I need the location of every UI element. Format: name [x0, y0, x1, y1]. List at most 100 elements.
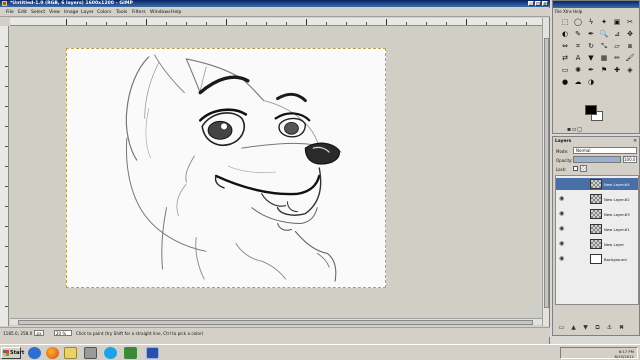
vertical-ruler[interactable]: [0, 26, 9, 326]
title-bar[interactable]: *Untitled-1.0 (RGB, 6 layers) 1600x1200 …: [0, 0, 550, 7]
layer-row[interactable]: ◉ Background: [556, 253, 638, 265]
menu-image[interactable]: Image: [64, 10, 78, 15]
layer-row[interactable]: ◉ New Layer#1: [556, 223, 638, 235]
perspective-tool-icon[interactable]: ⧈: [624, 41, 636, 52]
foreground-color-swatch[interactable]: [585, 105, 597, 115]
mode-label: Mode:: [556, 149, 569, 154]
shear-tool-icon[interactable]: ▱: [611, 41, 623, 52]
perspective-clone-tool-icon[interactable]: ◈: [624, 65, 636, 76]
rotate-tool-icon[interactable]: ↻: [585, 41, 597, 52]
brush-pattern-gradient-icons[interactable]: ▪▫◻: [567, 126, 583, 133]
dock-close-icon[interactable]: ×: [633, 138, 637, 144]
align-tool-icon[interactable]: ⇔: [559, 41, 571, 52]
menu-help[interactable]: Help: [171, 10, 181, 15]
ie-icon[interactable]: [28, 347, 41, 359]
lock-pixels-checkbox[interactable]: [573, 166, 578, 171]
eraser-tool-icon[interactable]: ▭: [559, 65, 571, 76]
start-button[interactable]: Start: [1, 347, 24, 359]
paintbrush-tool-icon[interactable]: 🖌: [624, 53, 636, 64]
dodge-burn-tool-icon[interactable]: ◑: [585, 77, 597, 88]
menu-windows[interactable]: Windows: [150, 10, 171, 15]
layer-row[interactable]: ◉ New Layer: [556, 238, 638, 250]
move-tool-icon[interactable]: ✥: [624, 29, 636, 40]
image-canvas[interactable]: [66, 48, 386, 288]
layer-list[interactable]: New Layer#4 ◉ New Layer#2 ◉ New Layer#3 ◉ New …: [555, 175, 639, 305]
opacity-slider[interactable]: [573, 156, 621, 163]
text-tool-icon[interactable]: A: [572, 53, 584, 64]
menu-view[interactable]: View: [49, 10, 60, 15]
duplicate-layer-icon[interactable]: ⧉: [593, 324, 602, 332]
visibility-eye-icon[interactable]: ◉: [559, 226, 567, 232]
horizontal-scroll-thumb[interactable]: [18, 320, 533, 325]
media-icon[interactable]: [124, 347, 137, 359]
color-select-tool-icon[interactable]: ▣: [611, 17, 623, 28]
window-switch-icon[interactable]: [146, 347, 159, 359]
bucket-fill-tool-icon[interactable]: ▼: [585, 53, 597, 64]
layer-row[interactable]: ◉ New Layer#2: [556, 193, 638, 205]
zoom-tool-icon[interactable]: 🔍: [598, 29, 610, 40]
menu-select[interactable]: Select: [31, 10, 45, 15]
menu-filters[interactable]: Filters: [132, 10, 146, 15]
layer-row[interactable]: ◉ New Layer#3: [556, 208, 638, 220]
raise-layer-icon[interactable]: ▲: [569, 324, 578, 332]
vertical-scroll-thumb[interactable]: [544, 38, 549, 308]
folder-icon[interactable]: [64, 347, 77, 359]
blend-tool-icon[interactable]: ▦: [598, 53, 610, 64]
pencil-tool-icon[interactable]: ✏: [611, 53, 623, 64]
scale-tool-icon[interactable]: ⤡: [598, 41, 610, 52]
lower-layer-icon[interactable]: ▼: [581, 324, 590, 332]
visibility-eye-icon[interactable]: ◉: [559, 196, 567, 202]
vertical-scrollbar[interactable]: [542, 18, 549, 326]
toolbox-menu[interactable]: File Xtns Help: [555, 9, 582, 14]
ellipse-select-tool-icon[interactable]: ◯: [572, 17, 584, 28]
menu-colors[interactable]: Colors: [97, 10, 111, 15]
menu-layer[interactable]: Layer: [81, 10, 94, 15]
firefox-icon[interactable]: [46, 347, 59, 359]
layers-dock-title: Layers: [555, 139, 572, 144]
lock-alpha-icon[interactable]: [580, 165, 587, 172]
gimp-task-icon[interactable]: [84, 347, 97, 359]
toolbox-window: File Xtns Help ⬚ ◯ ϟ ✦ ▣ ✂ ◐ ✎ ✒ 🔍 ⊿ ✥ ⇔ ⌗ ↻ ⤡ ▱ ⧈ ⇄ A ▼ ▦ ✏ 🖌 ▭…: [552, 0, 640, 134]
clock[interactable]: 6:17 PM 6/15/2011: [615, 349, 634, 359]
smudge-tool-icon[interactable]: ☁: [572, 77, 584, 88]
zoom-select[interactable]: 20 %: [54, 330, 72, 336]
measure-tool-icon[interactable]: ⊿: [611, 29, 623, 40]
visibility-eye-icon[interactable]: ◉: [559, 256, 567, 262]
new-layer-icon[interactable]: ▭: [557, 324, 566, 332]
paths-tool-icon[interactable]: ✎: [572, 29, 584, 40]
free-select-tool-icon[interactable]: ϟ: [585, 17, 597, 28]
scissors-tool-icon[interactable]: ✂: [624, 17, 636, 28]
crop-tool-icon[interactable]: ⌗: [572, 41, 584, 52]
unit-select[interactable]: px: [34, 330, 44, 336]
menu-tools[interactable]: Tools: [116, 10, 127, 15]
heal-tool-icon[interactable]: ✚: [611, 65, 623, 76]
delete-layer-icon[interactable]: ✖: [617, 324, 626, 332]
blur-tool-icon[interactable]: ●: [559, 77, 571, 88]
close-button[interactable]: ×: [542, 1, 548, 6]
visibility-eye-icon[interactable]: ◉: [559, 211, 567, 217]
canvas-area[interactable]: [10, 26, 542, 326]
horizontal-ruler[interactable]: [10, 18, 546, 26]
menu-file[interactable]: File: [6, 10, 14, 15]
color-picker-tool-icon[interactable]: ✒: [585, 29, 597, 40]
horizontal-scrollbar[interactable]: [10, 318, 542, 325]
layer-row[interactable]: New Layer#4: [556, 178, 638, 190]
flip-tool-icon[interactable]: ⇄: [559, 53, 571, 64]
clone-tool-icon[interactable]: ⚑: [598, 65, 610, 76]
fuzzy-select-tool-icon[interactable]: ✦: [598, 17, 610, 28]
skype-icon[interactable]: [104, 347, 117, 359]
opacity-value[interactable]: 100.0: [623, 156, 637, 163]
visibility-eye-icon[interactable]: ◉: [559, 241, 567, 247]
menu-edit[interactable]: Edit: [18, 10, 27, 15]
ink-tool-icon[interactable]: ✒: [585, 65, 597, 76]
minimize-button[interactable]: _: [528, 1, 534, 6]
maximize-button[interactable]: □: [535, 1, 541, 6]
toolbox-title-bar[interactable]: [553, 1, 639, 8]
airbrush-tool-icon[interactable]: ✺: [572, 65, 584, 76]
anchor-layer-icon[interactable]: ⚓: [605, 324, 614, 332]
rect-select-tool-icon[interactable]: ⬚: [559, 17, 571, 28]
layer-thumbnail: [590, 179, 602, 189]
foreground-select-tool-icon[interactable]: ◐: [559, 29, 571, 40]
color-selector[interactable]: [585, 105, 605, 123]
layer-mode-select[interactable]: Normal: [573, 147, 637, 154]
